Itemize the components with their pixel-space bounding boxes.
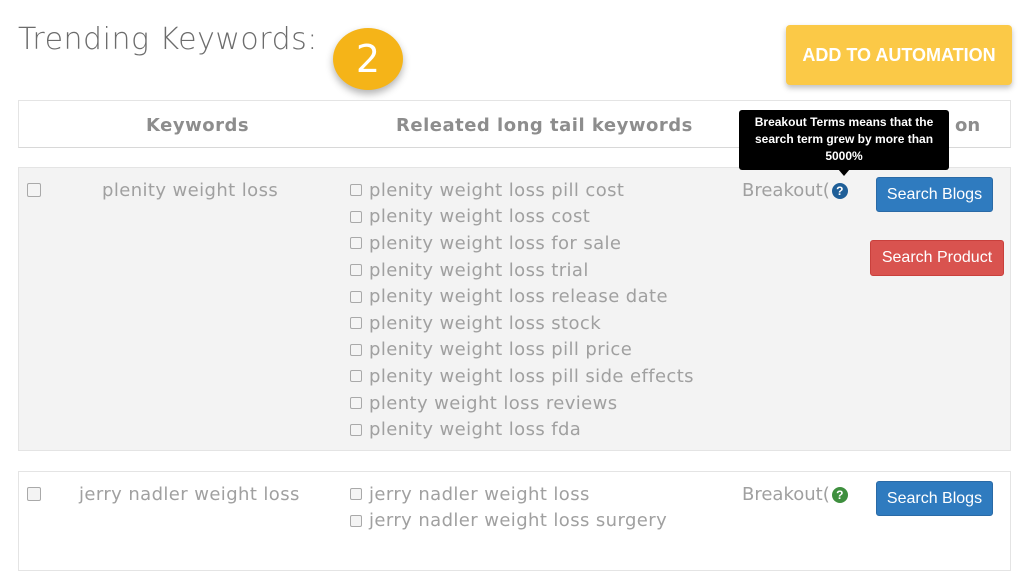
question-circle-icon[interactable]: ?: [831, 182, 848, 199]
list-item[interactable]: plenity weight loss cost: [350, 204, 694, 231]
long-tail-list: plenity weight loss pill cost plenity we…: [350, 177, 694, 443]
keyword-cell: jerry nadler weight loss: [79, 484, 300, 505]
volume-cell: Breakout(?: [742, 180, 848, 201]
long-tail-list: jerry nadler weight loss jerry nadler we…: [350, 481, 667, 534]
step-number-badge: 2: [333, 28, 403, 90]
question-circle-icon[interactable]: ?: [831, 486, 848, 503]
long-tail-checkbox[interactable]: [350, 184, 362, 197]
column-header-action-partial: on: [955, 115, 981, 136]
table-row: jerry nadler weight loss jerry nadler we…: [18, 471, 1011, 571]
tooltip-arrow: [838, 169, 850, 176]
column-header-keywords: Keywords: [146, 115, 250, 136]
row-checkbox[interactable]: [27, 487, 41, 501]
list-item[interactable]: plenity weight loss pill price: [350, 337, 694, 364]
long-tail-checkbox[interactable]: [350, 237, 362, 250]
list-item[interactable]: jerry nadler weight loss: [350, 481, 667, 508]
search-product-button[interactable]: Search Product: [870, 240, 1004, 276]
row-checkbox[interactable]: [27, 183, 41, 197]
long-tail-checkbox[interactable]: [350, 264, 362, 277]
list-item[interactable]: plenty weight loss reviews: [350, 390, 694, 417]
list-item[interactable]: plenity weight loss pill cost: [350, 177, 694, 204]
volume-cell: Breakout(?: [742, 484, 848, 505]
breakout-tooltip: Breakout Terms means that the search ter…: [739, 110, 949, 170]
list-item[interactable]: plenity weight loss release date: [350, 283, 694, 310]
long-tail-checkbox[interactable]: [350, 343, 362, 356]
long-tail-checkbox[interactable]: [350, 317, 362, 330]
long-tail-checkbox[interactable]: [350, 370, 362, 383]
add-to-automation-button[interactable]: ADD TO AUTOMATION: [786, 25, 1012, 85]
search-blogs-button[interactable]: Search Blogs: [876, 481, 993, 516]
page-title: Trending Keywords:: [18, 22, 318, 57]
long-tail-checkbox[interactable]: [350, 488, 362, 501]
long-tail-checkbox[interactable]: [350, 423, 362, 436]
list-item[interactable]: plenity weight loss stock: [350, 310, 694, 337]
list-item[interactable]: plenity weight loss trial: [350, 257, 694, 284]
table-row: plenity weight loss plenity weight loss …: [18, 167, 1011, 451]
keyword-cell: plenity weight loss: [102, 180, 279, 201]
long-tail-checkbox[interactable]: [350, 397, 362, 410]
long-tail-checkbox[interactable]: [350, 210, 362, 223]
list-item[interactable]: jerry nadler weight loss surgery: [350, 508, 667, 535]
column-header-long-tail: Releated long tail keywords: [396, 115, 693, 136]
list-item[interactable]: plenity weight loss for sale: [350, 230, 694, 257]
long-tail-checkbox[interactable]: [350, 290, 362, 303]
search-blogs-button[interactable]: Search Blogs: [876, 177, 993, 212]
long-tail-checkbox[interactable]: [350, 514, 362, 527]
list-item[interactable]: plenity weight loss pill side effects: [350, 363, 694, 390]
list-item[interactable]: plenity weight loss fda: [350, 416, 694, 443]
